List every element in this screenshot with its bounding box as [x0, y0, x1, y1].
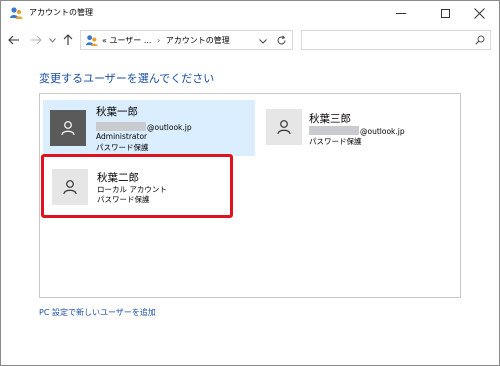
chevron-down-icon: [259, 38, 267, 44]
redacted-email: [96, 122, 146, 131]
refresh-button[interactable]: [272, 31, 290, 49]
minimize-button[interactable]: [381, 1, 421, 25]
maximize-icon: [440, 8, 450, 18]
breadcrumb-segment-users[interactable]: ユーザー ...: [109, 36, 151, 45]
account-tile-ichiro[interactable]: 秋葉一郎 @outlook.jp Administrator パスワード保護: [43, 100, 255, 156]
page-heading: 変更するユーザーを選んでください: [39, 72, 215, 85]
search-icon: [475, 35, 485, 45]
navigation-bar: « ユーザー ... › アカウントの管理: [1, 28, 499, 52]
close-button[interactable]: [459, 1, 499, 25]
window-title: アカウントの管理: [29, 8, 93, 17]
avatar: [52, 169, 88, 205]
account-email: @outlook.jp: [96, 122, 192, 132]
account-protection: パスワード保護: [97, 195, 150, 204]
avatar: [50, 110, 86, 146]
title-bar: アカウントの管理: [1, 1, 499, 25]
breadcrumb-separator: ›: [157, 36, 161, 45]
email-suffix: @outlook.jp: [360, 127, 405, 136]
search-input[interactable]: [301, 30, 491, 50]
arrow-right-icon: [31, 35, 42, 45]
up-button[interactable]: [59, 31, 77, 49]
account-name: 秋葉三郎: [309, 113, 351, 125]
add-user-link[interactable]: PC 設定で新しいユーザーを追加: [39, 307, 156, 318]
arrow-left-icon: [8, 35, 19, 45]
account-name: 秋葉二郎: [97, 172, 139, 184]
users-icon: [85, 35, 98, 47]
user-icon: [63, 180, 77, 195]
address-history-button[interactable]: [257, 36, 269, 46]
avatar: [266, 109, 302, 145]
account-email: @outlook.jp: [309, 126, 405, 136]
account-protection: パスワード保護: [96, 143, 149, 152]
account-tile-jiro[interactable]: 秋葉二郎 ローカル アカウント パスワード保護: [43, 158, 233, 216]
minimize-icon: [396, 12, 406, 14]
refresh-icon: [277, 34, 285, 44]
email-suffix: @outlook.jp: [147, 123, 192, 132]
account-role: Administrator: [96, 132, 148, 141]
user-icon: [61, 121, 75, 136]
arrow-up-icon: [63, 34, 73, 45]
account-name: 秋葉一郎: [96, 106, 138, 118]
breadcrumb-overflow[interactable]: «: [102, 36, 107, 45]
breadcrumb-segment-manage-accounts[interactable]: アカウントの管理: [166, 36, 230, 45]
users-icon: [10, 7, 23, 19]
user-icon: [277, 120, 291, 135]
back-button[interactable]: [5, 31, 23, 49]
account-protection: パスワード保護: [309, 137, 362, 146]
chevron-down-icon: [48, 37, 56, 43]
account-tile-saburo[interactable]: 秋葉三郎 @outlook.jp パスワード保護: [263, 104, 453, 150]
app-window: アカウントの管理 « ユーザー ... › アカウントの管理 変更するユーザーを…: [0, 0, 500, 366]
close-icon: [473, 7, 485, 19]
redacted-email: [309, 126, 359, 135]
breadcrumb: « ユーザー ... › アカウントの管理: [102, 35, 230, 46]
